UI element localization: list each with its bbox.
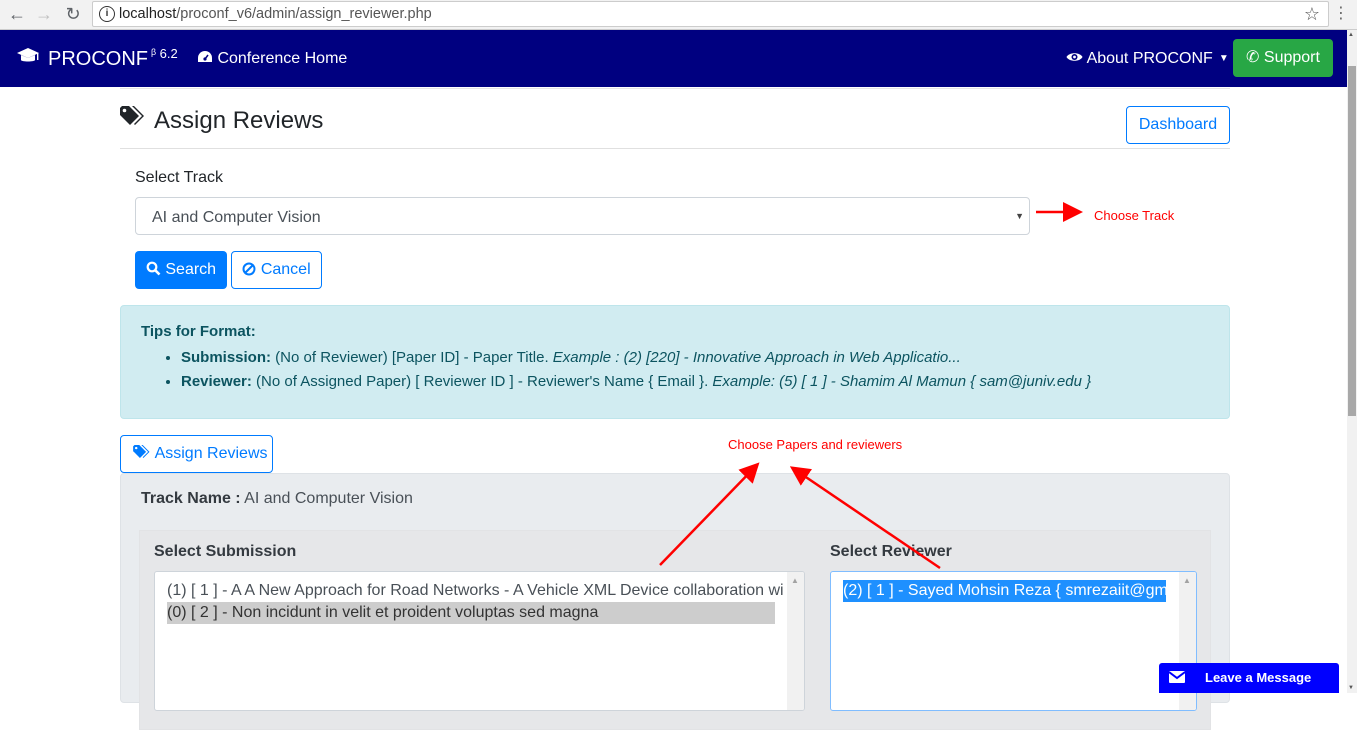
scroll-up-icon[interactable]: ▲: [1348, 32, 1354, 38]
leave-message-label: Leave a Message: [1205, 670, 1312, 685]
search-icon: [146, 261, 165, 278]
annotation-choose-track: Choose Track: [1094, 208, 1175, 223]
reviewer-option-selected[interactable]: (2) [ 1 ] - Sayed Mohsin Reza { smrezaii…: [843, 580, 1166, 602]
brand-symbol: ᵝ: [151, 45, 157, 61]
scroll-up-icon[interactable]: ▲: [791, 576, 799, 585]
select-track-label: Select Track: [135, 169, 224, 186]
divider: [120, 148, 1230, 149]
ban-icon: [242, 261, 260, 278]
cancel-button[interactable]: Cancel: [231, 251, 322, 289]
track-name-value: AI and Computer Vision: [244, 490, 413, 507]
dashboard-button[interactable]: Dashboard: [1126, 106, 1230, 144]
tip-item-reviewer: Reviewer: (No of Assigned Paper) [ Revie…: [181, 370, 1091, 394]
brand-version: ᵝ 6.2: [151, 46, 178, 61]
annotation-choose-papers: Choose Papers and reviewers: [728, 437, 903, 452]
nav-about-dropdown[interactable]: About PROCONF ▼: [1066, 50, 1229, 68]
eye-icon: [1066, 50, 1087, 67]
tips-heading: Tips for Format:: [141, 323, 256, 340]
info-icon[interactable]: i: [99, 6, 115, 22]
tags-icon: [133, 445, 155, 462]
support-button[interactable]: ✆ Support: [1233, 39, 1333, 77]
reviewer-listbox[interactable]: (2) [ 1 ] - Sayed Mohsin Reza { smrezaii…: [830, 571, 1197, 711]
bookmark-star-icon[interactable]: ☆: [1304, 4, 1320, 25]
url-host: localhost: [119, 6, 177, 22]
back-arrow-icon[interactable]: ←: [6, 3, 28, 25]
tip-text: (No of Reviewer) [Paper ID] - Paper Titl…: [271, 349, 553, 366]
tip-example: Example : (2) [220] - Innovative Approac…: [552, 349, 961, 366]
nav-home-label: Conference Home: [217, 50, 348, 67]
page-scrollbar[interactable]: ▲ ▼: [1347, 30, 1357, 693]
nav-conference-home[interactable]: Conference Home: [197, 50, 347, 68]
tip-label: Reviewer:: [181, 373, 252, 390]
assign-panel: Track Name : AI and Computer Vision Sele…: [120, 473, 1230, 730]
search-label: Search: [165, 261, 217, 278]
url-path: /proconf_v6/admin/assign_reviewer.php: [176, 6, 432, 22]
cancel-label: Cancel: [260, 261, 311, 278]
track-select[interactable]: AI and Computer Vision ▼: [135, 197, 1030, 235]
browser-toolbar: ← → ↻ i localhost/proconf_v6/admin/assig…: [0, 0, 1357, 30]
caret-down-icon: ▼: [1218, 53, 1229, 64]
top-navbar: PROCONF ᵝ 6.2 Conference Home About PROC…: [0, 30, 1347, 87]
scrollbar-thumb[interactable]: [1348, 66, 1356, 416]
scroll-down-icon[interactable]: ▼: [1348, 685, 1354, 691]
submission-option[interactable]: (1) [ 1 ] - A A New Approach for Road Ne…: [167, 580, 787, 602]
submission-option-selected[interactable]: (0) [ 2 ] - Non incidunt in velit et pro…: [167, 602, 775, 624]
search-button[interactable]: Search: [135, 251, 227, 289]
select-arrow-icon: ▼: [1015, 211, 1024, 221]
page-title-text: Assign Reviews: [154, 106, 324, 134]
track-name: Track Name : AI and Computer Vision: [141, 490, 413, 508]
brand-link[interactable]: PROCONF ᵝ 6.2: [16, 46, 178, 71]
tip-label: Submission:: [181, 349, 272, 366]
url-text: localhost/proconf_v6/admin/assign_review…: [119, 6, 432, 22]
submission-listbox[interactable]: (1) [ 1 ] - A A New Approach for Road Ne…: [154, 571, 805, 711]
browser-menu-icon[interactable]: ⋮: [1333, 4, 1349, 24]
nav-about-label: About PROCONF: [1086, 50, 1213, 67]
tip-item-submission: Submission: (No of Reviewer) [Paper ID] …: [181, 346, 1091, 370]
tab-assign-reviews[interactable]: Assign Reviews: [120, 435, 273, 473]
leave-message-button[interactable]: Leave a Message: [1159, 663, 1339, 693]
forward-arrow-icon[interactable]: →: [33, 3, 55, 25]
version-number: 6.2: [159, 45, 178, 61]
brand-name: PROCONF: [48, 47, 148, 70]
support-label: Support: [1263, 49, 1320, 66]
phone-icon: ✆: [1246, 49, 1260, 66]
divider: [120, 88, 1230, 89]
tips-alert: Tips for Format: Submission: (No of Revi…: [120, 305, 1230, 419]
scroll-up-icon[interactable]: ▲: [1183, 576, 1191, 585]
select-submission-label: Select Submission: [154, 543, 297, 560]
tip-text: (No of Assigned Paper) [ Reviewer ID ] -…: [251, 373, 713, 390]
tags-icon: [120, 106, 146, 135]
track-select-value: AI and Computer Vision: [152, 209, 321, 226]
track-name-label: Track Name :: [141, 490, 241, 507]
envelope-icon: [1168, 663, 1186, 693]
tip-example: Example: (5) [ 1 ] - Shamim Al Mamun { s…: [712, 373, 1092, 390]
reload-icon[interactable]: ↻: [62, 3, 84, 25]
listbox-scrollbar[interactable]: ▲: [787, 572, 804, 710]
page-title: Assign Reviews: [120, 106, 323, 135]
graduation-cap-icon: [16, 47, 40, 71]
tab-label: Assign Reviews: [154, 445, 268, 462]
select-reviewer-label: Select Reviewer: [830, 543, 952, 560]
tips-list: Submission: (No of Reviewer) [Paper ID] …: [165, 346, 1091, 394]
address-bar[interactable]: i localhost/proconf_v6/admin/assign_revi…: [92, 1, 1329, 27]
dashboard-gauge-icon: [197, 50, 217, 67]
